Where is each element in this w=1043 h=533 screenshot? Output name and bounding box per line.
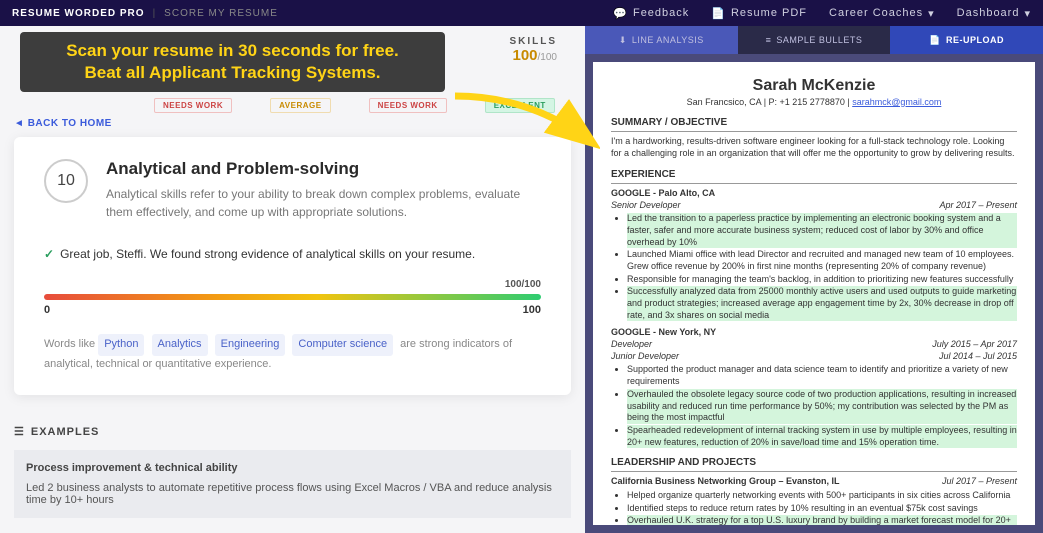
back-home-link[interactable]: ◄ BACK TO HOME xyxy=(14,118,112,129)
resume-email[interactable]: sarahmck@gmail.com xyxy=(852,97,941,107)
upload-icon: 📄 xyxy=(929,35,941,46)
card-desc: Analytical skills refer to your ability … xyxy=(106,185,541,221)
tags-text: Words like Python Analytics Engineering … xyxy=(44,334,541,373)
tab-line-analysis[interactable]: ⬇LINE ANALYSIS xyxy=(585,26,738,54)
tag-pill[interactable]: Computer science xyxy=(292,334,393,356)
tab-sample-bullets[interactable]: ≡SAMPLE BULLETS xyxy=(738,26,891,54)
chip-excellent: EXCELLENT xyxy=(485,98,555,113)
tab-reupload[interactable]: 📄RE-UPLOAD xyxy=(890,26,1043,54)
tag-pill[interactable]: Python xyxy=(98,334,144,356)
nav-feedback[interactable]: 💬Feedback xyxy=(613,7,689,20)
example-box: Process improvement & technical ability … xyxy=(14,450,571,518)
top-nav: RESUME WORDED PRO | SCORE MY RESUME 💬Fee… xyxy=(0,0,1043,26)
nav-coaches[interactable]: Career Coaches▾ xyxy=(829,7,935,20)
download-icon: ⬇ xyxy=(619,35,627,46)
skills-score: 100 xyxy=(513,47,538,64)
chevron-down-icon: ▾ xyxy=(1024,7,1031,20)
nav-subtitle: SCORE MY RESUME xyxy=(164,8,278,19)
promo-banner: Scan your resume in 30 seconds for free.… xyxy=(20,32,445,92)
right-pane: ⬇LINE ANALYSIS ≡SAMPLE BULLETS 📄RE-UPLOA… xyxy=(585,26,1043,533)
doc-icon: 📄 xyxy=(711,7,726,20)
nav-pdf[interactable]: 📄Resume PDF xyxy=(711,7,807,20)
card-title: Analytical and Problem-solving xyxy=(106,159,541,179)
chevron-down-icon: ▾ xyxy=(928,7,935,20)
tag-pill[interactable]: Engineering xyxy=(215,334,286,356)
chip-average: AVERAGE xyxy=(270,98,330,113)
nav-dashboard[interactable]: Dashboard▾ xyxy=(957,7,1031,20)
feedback-line: ✓ Great job, Steffi. We found strong evi… xyxy=(44,247,541,261)
left-pane: Scan your resume in 30 seconds for free.… xyxy=(0,26,585,533)
examples-header: ☰ EXAMPLES xyxy=(14,425,571,438)
chip-needs-work: NEEDS WORK xyxy=(154,98,232,113)
resume-contact: San Francsico, CA | P: +1 215 2778870 | … xyxy=(611,97,1017,109)
check-icon: ✓ xyxy=(44,247,54,261)
brand-logo[interactable]: RESUME WORDED PRO xyxy=(12,8,145,19)
chip-needs-work-2: NEEDS WORK xyxy=(369,98,447,113)
list-icon: ≡ xyxy=(766,35,772,45)
resume-preview: Sarah McKenzie San Francsico, CA | P: +1… xyxy=(593,62,1035,525)
tag-pill[interactable]: Analytics xyxy=(152,334,208,356)
skill-card: 10 Analytical and Problem-solving Analyt… xyxy=(14,137,571,395)
list-icon: ☰ xyxy=(14,425,25,438)
tabs-row: ⬇LINE ANALYSIS ≡SAMPLE BULLETS 📄RE-UPLOA… xyxy=(585,26,1043,54)
skills-label: SKILLS xyxy=(509,36,557,47)
chat-icon: 💬 xyxy=(613,7,628,20)
resume-name: Sarah McKenzie xyxy=(611,76,1017,97)
score-circle: 10 xyxy=(44,159,88,203)
gradient-bar: 100/100 0100 xyxy=(44,279,541,316)
